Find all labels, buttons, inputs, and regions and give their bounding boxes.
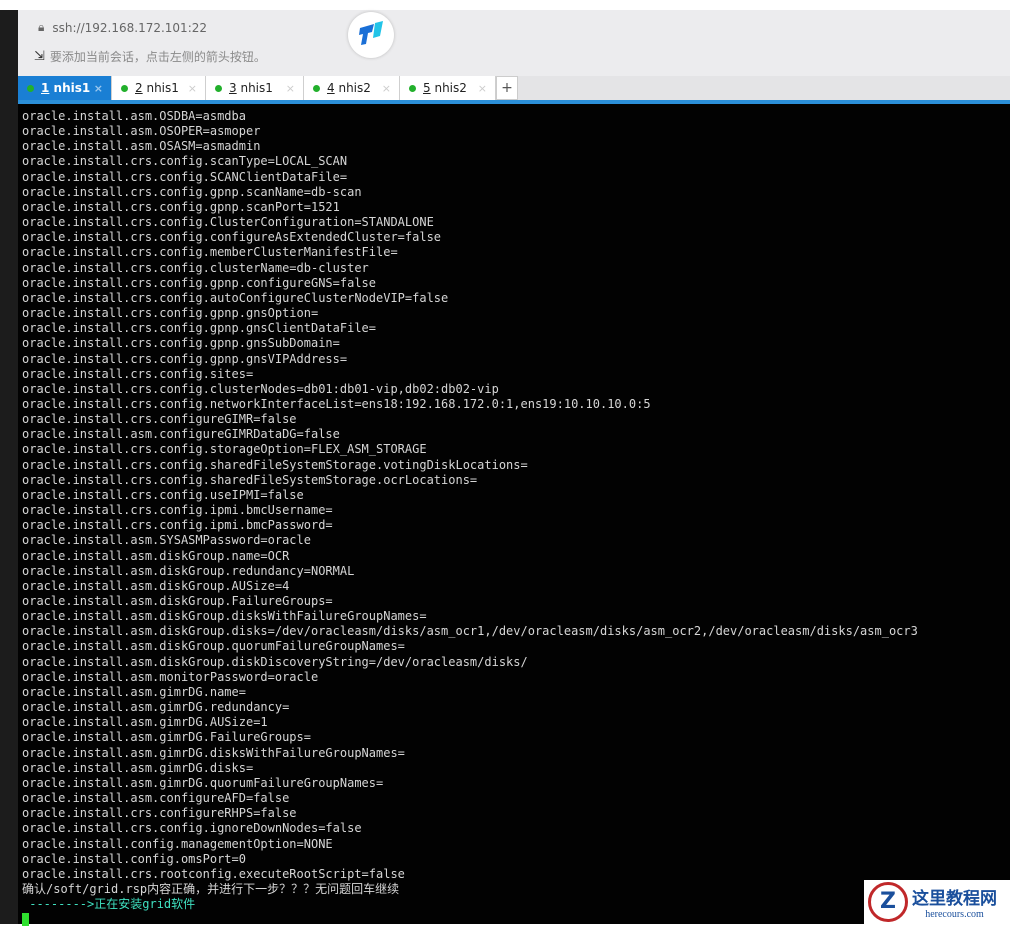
terminal-line: oracle.install.config.omsPort=0 — [22, 851, 246, 866]
terminal-line: oracle.install.crs.config.sharedFileSyst… — [22, 457, 528, 472]
tab-5[interactable]: 5 nhis2 × — [400, 76, 496, 100]
terminal-line: oracle.install.asm.monitorPassword=oracl… — [22, 669, 319, 684]
terminal-line: oracle.install.asm.gimrDG.disks= — [22, 760, 254, 775]
tab-number: 5 — [423, 81, 431, 95]
terminal-line: oracle.install.crs.config.configureAsExt… — [22, 230, 442, 245]
terminal-line: oracle.install.asm.diskGroup.FailureGrou… — [22, 594, 333, 608]
terminal-line: oracle.install.crs.config.gpnp.gnsSubDom… — [22, 336, 340, 351]
terminal-line: oracle.install.asm.diskGroup.disks=/dev/… — [22, 624, 918, 639]
terminal-line: oracle.install.crs.config.gpnp.gnsOption… — [22, 306, 319, 321]
terminal-line: oracle.install.crs.config.SCANClientData… — [22, 169, 348, 184]
terminal-line: oracle.install.asm.SYSASMPassword=oracle — [22, 533, 311, 548]
terminal-line: oracle.install.crs.config.gpnp.gnsVIPAdd… — [22, 351, 348, 366]
terminal-output: oracle.install.asm.OSDBA=asmdba oracle.in… — [22, 109, 918, 927]
tab-number: 4 — [327, 81, 335, 95]
app-logo — [348, 12, 394, 58]
terminal-line: oracle.install.crs.config.gpnp.scanName=… — [22, 184, 362, 199]
terminal-line: oracle.install.crs.config.memberClusterM… — [22, 245, 398, 260]
close-icon[interactable]: × — [94, 82, 103, 95]
terminal-line: oracle.install.crs.config.ipmi.bmcPasswo… — [22, 518, 333, 533]
tab-number: 1 — [41, 81, 50, 95]
terminal-line: oracle.install.asm.gimrDG.redundancy= — [22, 700, 290, 715]
terminal[interactable]: oracle.install.asm.OSDBA=asmdba oracle.in… — [18, 104, 1010, 927]
terminal-line: oracle.install.asm.gimrDG.AUSize=1 — [22, 715, 268, 730]
terminal-line: oracle.install.asm.diskGroup.diskDiscove… — [22, 654, 528, 669]
tab-number: 3 — [229, 81, 237, 95]
terminal-line: oracle.install.asm.gimrDG.disksWithFailu… — [22, 745, 405, 760]
tab-3[interactable]: 3 nhis1 × — [206, 76, 304, 100]
watermark-title: 这里教程网 — [912, 889, 997, 909]
terminal-line: oracle.install.asm.OSASM=asmadmin — [22, 139, 261, 154]
terminal-line: oracle.install.crs.config.autoConfigureC… — [22, 290, 449, 305]
new-tab-button[interactable]: + — [496, 76, 518, 100]
tab-label: nhis1 — [146, 81, 179, 95]
terminal-line: oracle.install.asm.gimrDG.name= — [22, 684, 246, 699]
watermark: Z 这里教程网 herecours.com — [864, 880, 1010, 924]
terminal-line: oracle.install.crs.config.ClusterConfigu… — [22, 215, 434, 230]
terminal-line: oracle.install.asm.gimrDG.quorumFailureG… — [22, 775, 384, 790]
terminal-line: oracle.install.asm.OSOPER=asmoper — [22, 124, 261, 139]
terminal-line: oracle.install.crs.config.storageOption=… — [22, 442, 427, 457]
lock-icon: 🔒︎ — [38, 20, 45, 34]
address-bar[interactable]: 🔒︎ ssh://192.168.172.101:22 — [38, 20, 207, 35]
close-icon[interactable]: × — [478, 82, 487, 95]
tab-label: nhis2 — [434, 81, 467, 95]
terminal-line: oracle.install.crs.configureGIMR=false — [22, 412, 297, 427]
address-text: ssh://192.168.172.101:22 — [52, 20, 208, 35]
terminal-line: oracle.install.crs.rootconfig.executeRoo… — [22, 866, 405, 881]
tab-2[interactable]: 2 nhis1 × — [112, 76, 206, 100]
terminal-line: oracle.install.crs.config.useIPMI=false — [22, 487, 304, 502]
terminal-line: oracle.install.crs.config.sites= — [22, 366, 254, 381]
terminal-line: oracle.install.asm.diskGroup.name=OCR — [22, 548, 290, 563]
terminal-line: oracle.install.crs.config.scanType=LOCAL… — [22, 154, 348, 169]
terminal-line: oracle.install.asm.gimrDG.FailureGroups= — [22, 730, 311, 745]
status-dot-icon — [409, 84, 416, 92]
hint-text: 要添加当前会话，点击左侧的箭头按钮。 — [49, 50, 266, 64]
terminal-line: oracle.install.crs.config.ignoreDownNode… — [22, 821, 362, 836]
watermark-site: herecours.com — [925, 909, 984, 920]
close-icon[interactable]: × — [286, 82, 295, 95]
status-line: -------->正在安装grid软件 — [22, 897, 196, 912]
status-dot-icon — [215, 84, 222, 92]
terminal-line: oracle.install.asm.diskGroup.AUSize=4 — [22, 578, 290, 593]
terminal-line: oracle.install.asm.diskGroup.quorumFailu… — [22, 639, 405, 654]
tab-label: nhis1 — [240, 81, 273, 95]
status-dot-icon — [27, 84, 34, 92]
terminal-line: oracle.install.crs.config.ipmi.bmcUserna… — [22, 503, 333, 518]
watermark-logo-icon: Z — [868, 882, 908, 922]
terminal-line: oracle.install.crs.config.gpnp.gnsClient… — [22, 321, 377, 336]
terminal-line: 确认/soft/grid.rsp内容正确，并进行下一步？？？无问题回车继续 — [22, 881, 400, 896]
terminal-line: oracle.install.crs.config.networkInterfa… — [22, 396, 651, 411]
terminal-line: oracle.install.crs.config.sharedFileSyst… — [22, 472, 478, 487]
session-header: 🔒︎ ssh://192.168.172.101:22 ⇲ 要添加当前会话，点击… — [18, 10, 1010, 76]
tab-bar: 1 nhis1 × 2 nhis1 × 3 nhis1 × 4 nhis2 × 5 nh… — [18, 76, 1010, 100]
tab-1[interactable]: 1 nhis1 × — [18, 76, 112, 100]
close-icon[interactable]: × — [188, 82, 197, 95]
terminal-line: oracle.install.crs.config.clusterName=db… — [22, 260, 369, 275]
terminal-line: oracle.install.crs.config.clusterNodes=d… — [22, 381, 499, 396]
tab-number: 2 — [135, 81, 143, 95]
prompt-line — [22, 912, 918, 927]
status-dot-icon — [121, 84, 128, 92]
tab-label: nhis1 — [53, 81, 91, 95]
terminal-line: oracle.install.asm.configureAFD=false — [22, 791, 290, 806]
cursor — [22, 913, 29, 927]
terminal-line: oracle.install.asm.configureGIMRDataDG=f… — [22, 427, 340, 442]
left-edge — [0, 10, 18, 924]
status-dot-icon — [313, 84, 320, 92]
arrow-icon[interactable]: ⇲ — [34, 49, 45, 64]
terminal-line: oracle.install.crs.config.gpnp.scanPort=… — [22, 199, 340, 214]
terminal-line: oracle.install.crs.config.gpnp.configure… — [22, 275, 377, 290]
terminal-line: oracle.install.crs.configureRHPS=false — [22, 806, 297, 821]
terminal-line: oracle.install.config.managementOption=N… — [22, 836, 333, 851]
close-icon[interactable]: × — [382, 82, 391, 95]
terminal-line: oracle.install.asm.diskGroup.redundancy=… — [22, 563, 355, 578]
tab-label: nhis2 — [338, 81, 371, 95]
terminal-line: oracle.install.asm.diskGroup.disksWithFa… — [22, 609, 427, 624]
terminal-line: oracle.install.asm.OSDBA=asmdba — [22, 109, 246, 123]
add-session-hint: ⇲ 要添加当前会话，点击左侧的箭头按钮。 — [34, 48, 266, 65]
tab-4[interactable]: 4 nhis2 × — [304, 76, 400, 100]
